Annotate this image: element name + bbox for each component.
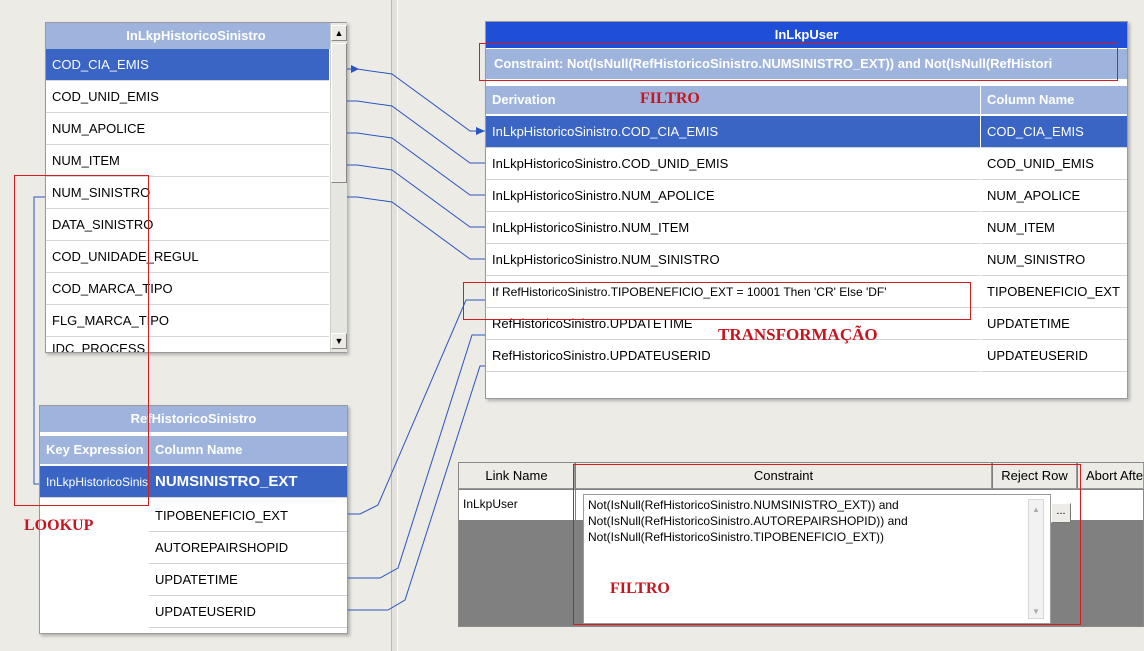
link-line-tipobeneficio <box>348 299 485 515</box>
link-line-num-apolice <box>347 132 485 196</box>
annotation-box-transformacao <box>463 282 971 320</box>
link-line-updateuserid <box>348 365 485 611</box>
link-line-num-sinistro <box>347 196 485 260</box>
annotation-filtro-top: FILTRO <box>640 90 700 107</box>
annotation-box-filtro-top <box>479 43 1118 81</box>
link-line-num-item <box>347 164 485 228</box>
annotation-box-filtro-bottom <box>573 464 1081 625</box>
link-line-updatetime <box>348 334 485 579</box>
link-arrow-icon <box>476 127 485 135</box>
link-line-cod-unid-emis <box>347 100 485 164</box>
annotation-box-lookup <box>14 175 149 506</box>
annotation-filtro-bottom: FILTRO <box>610 580 670 597</box>
link-line-cod-cia-emis <box>347 68 485 132</box>
annotation-lookup: LOOKUP <box>24 517 94 534</box>
annotation-transformacao: TRANSFORMAÇÃO <box>718 325 878 344</box>
link-arrow-icon <box>351 65 359 73</box>
